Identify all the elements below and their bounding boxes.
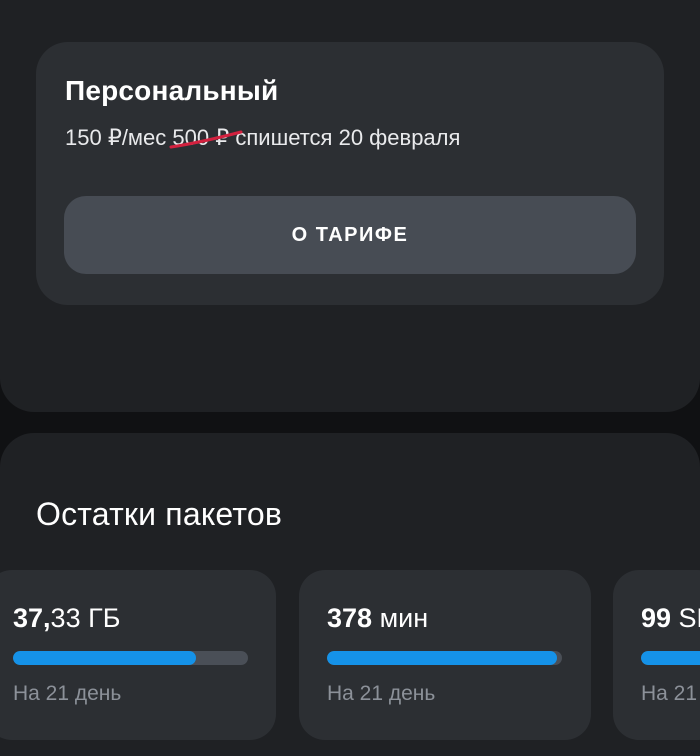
packet-internet-progress	[13, 651, 248, 665]
tariff-old-price: 500 ₽	[169, 125, 243, 151]
tariff-price-line: 150 ₽/мес 500 ₽ спишется 20 февраля	[65, 125, 460, 151]
tariff-current-price: 150 ₽/мес	[65, 125, 167, 150]
packet-card-sms[interactable]: 99 SMS На 21 день	[613, 570, 700, 740]
packet-sms-value: 99 SMS	[641, 603, 700, 633]
packets-section: Остатки пакетов 37,33 ГБ На 21 день 378 …	[0, 433, 700, 756]
packet-sms-progress	[641, 651, 700, 665]
packet-internet-value: 37,33 ГБ	[13, 603, 121, 633]
packet-sms-period: На 21 день	[641, 682, 700, 705]
tariff-charge-date: спишется 20 февраля	[235, 125, 461, 150]
packet-card-internet[interactable]: 37,33 ГБ На 21 день	[0, 570, 276, 740]
app-screen: Персональный 150 ₽/мес 500 ₽ спишется 20…	[0, 0, 700, 756]
packet-card-minutes[interactable]: 378 мин На 21 день	[299, 570, 591, 740]
progress-fill	[13, 651, 197, 665]
tariff-card: Персональный 150 ₽/мес 500 ₽ спишется 20…	[36, 42, 664, 305]
tariff-name: Персональный	[65, 75, 279, 106]
packets-title: Остатки пакетов	[36, 496, 283, 532]
packet-minutes-progress	[327, 651, 562, 665]
packet-minutes-value: 378 мин	[327, 603, 429, 633]
about-tariff-button[interactable]: О ТАРИФЕ	[64, 196, 636, 274]
packet-internet-period: На 21 день	[13, 682, 122, 705]
progress-fill	[327, 651, 558, 665]
tariff-section: Персональный 150 ₽/мес 500 ₽ спишется 20…	[0, 0, 700, 412]
packet-minutes-period: На 21 день	[327, 682, 436, 705]
progress-fill	[641, 651, 700, 665]
